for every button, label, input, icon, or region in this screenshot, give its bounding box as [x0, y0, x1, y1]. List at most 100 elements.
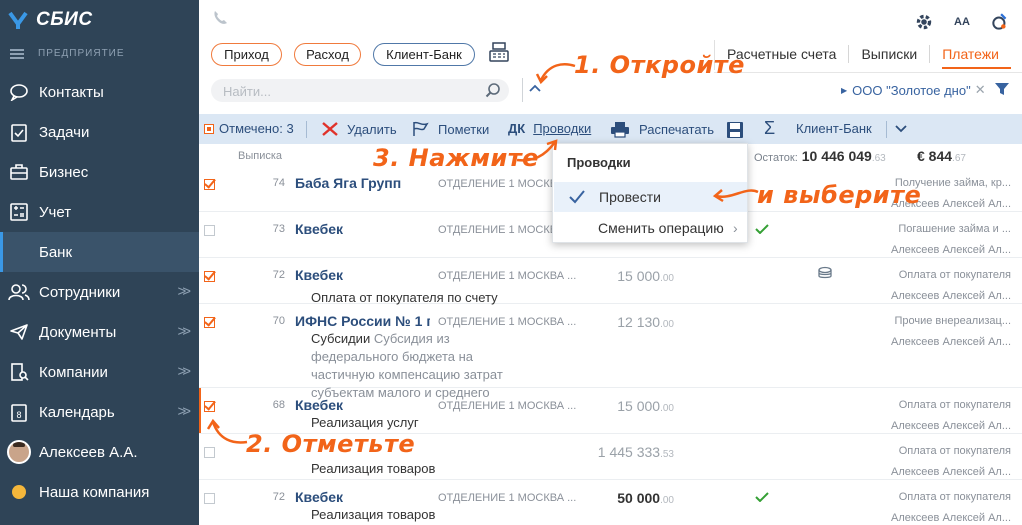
expand-chevron-icon[interactable]: >>	[177, 363, 190, 380]
search-input[interactable]	[223, 82, 473, 100]
filter-icon[interactable]	[994, 82, 1010, 96]
tabs: Расчетные счета Выписки Платежи	[715, 45, 1011, 69]
cash-register-icon[interactable]	[488, 41, 510, 65]
sidebar-item-tasks[interactable]: Задачи	[0, 112, 199, 152]
annotation-arrow-2	[207, 418, 248, 444]
sidebar-item-companies[interactable]: Компании >>	[0, 352, 199, 392]
postings-label: Проводки	[533, 121, 592, 136]
row-checkbox[interactable]	[204, 447, 215, 458]
menu-section-label: ПРЕДПРИЯТИЕ	[38, 48, 125, 59]
row-checkbox[interactable]	[204, 401, 215, 412]
menu-header[interactable]: ПРЕДПРИЯТИЕ	[10, 48, 125, 59]
row-amount-kopecks: .00	[660, 319, 674, 330]
expand-chevron-icon[interactable]: >>	[177, 323, 190, 340]
row-counterparty[interactable]: Квебек	[295, 267, 343, 283]
triangle-right-icon: ▶	[841, 85, 848, 95]
mark-all-checkbox[interactable]	[204, 123, 214, 134]
table-row[interactable]: 70 ИФНС России № 1 п ОТДЕЛЕНИЕ 1 МОСКВА …	[199, 304, 1022, 400]
sidebar-item-label: Контакты	[39, 83, 104, 101]
client-bank-button[interactable]: Клиент-Банк	[373, 43, 475, 66]
row-responsible: Алексеев Алексей Ал...	[891, 290, 1011, 302]
marked-count[interactable]: Отмечено: 3	[204, 121, 294, 136]
action-bar: Отмечено: 3 Удалить Пометки ДК Проводки …	[199, 114, 1022, 144]
organization-filter[interactable]: ▶ ООО "Золотое дно" ✕	[841, 82, 986, 98]
table-row[interactable]: 72 Квебек ОТДЕЛЕНИЕ 1 МОСКВА ... 15 000.…	[199, 258, 1022, 305]
row-counterparty[interactable]: Квебек	[295, 221, 343, 237]
expand-chevron-icon[interactable]: >>	[177, 283, 190, 300]
print-button[interactable]: Распечатать	[610, 121, 714, 138]
search-divider	[522, 78, 523, 102]
row-amount-main: 15 000	[617, 268, 661, 284]
tab-payments[interactable]: Платежи	[929, 45, 1011, 69]
delete-button[interactable]: Удалить	[321, 121, 397, 137]
row-responsible: Алексеев Алексей Ал...	[891, 512, 1011, 524]
sidebar-item-label: Компании	[39, 363, 108, 381]
sidebar-item-documents[interactable]: Документы >>	[0, 312, 199, 352]
save-icon[interactable]	[726, 121, 744, 139]
row-counterparty[interactable]: Квебек	[295, 397, 343, 413]
sidebar-item-employees[interactable]: Сотрудники >>	[0, 272, 199, 312]
clipboard-check-icon	[8, 121, 30, 143]
row-operation: Оплата от покупателя	[898, 445, 1011, 457]
sidebar-item-contacts[interactable]: Контакты	[0, 72, 199, 112]
tabs-underline	[714, 72, 1022, 73]
hamburger-icon[interactable]	[10, 48, 24, 59]
gear-icon[interactable]	[914, 12, 934, 32]
search-icon[interactable]	[485, 82, 501, 98]
row-operation: Оплата от покупателя	[898, 491, 1011, 503]
balance-value: 10 446 049	[801, 148, 872, 164]
sidebar-item-label: Сотрудники	[39, 283, 121, 301]
row-checkbox[interactable]	[204, 271, 215, 282]
sidebar-item-business[interactable]: Бизнес	[0, 152, 199, 192]
postings-button[interactable]: ДК Проводки	[508, 121, 591, 136]
row-counterparty[interactable]: Баба Яга Групп	[295, 175, 401, 191]
annotation-arrow-3	[516, 139, 558, 162]
row-checkbox[interactable]	[204, 225, 215, 236]
row-operation: Оплата от покупателя	[898, 399, 1011, 411]
font-size-icon[interactable]: AA	[952, 12, 972, 32]
row-operation: Оплата от покупателя	[898, 269, 1011, 281]
annotation-arrow-1	[535, 63, 576, 85]
row-amount: 15 000.00	[574, 398, 674, 414]
phone-icon[interactable]	[212, 10, 228, 26]
organization-name: ООО "Золотое дно"	[852, 82, 971, 98]
sidebar-item-bank[interactable]: Банк	[0, 232, 199, 272]
marks-button[interactable]: Пометки	[412, 121, 489, 137]
row-amount: 12 130.00	[574, 314, 674, 330]
flag-icon	[413, 121, 429, 136]
row-checkbox[interactable]	[204, 493, 215, 504]
row-number: 68	[272, 399, 285, 411]
sidebar-item-user[interactable]: Алексеев А.А.	[0, 432, 199, 472]
close-icon[interactable]: ✕	[975, 82, 986, 98]
sidebar-item-our-company[interactable]: Наша компания	[0, 472, 199, 512]
sidebar-item-label: Задачи	[39, 123, 90, 141]
sidebar-item-accounting[interactable]: Учет	[0, 192, 199, 232]
row-counterparty[interactable]: ИФНС России № 1 п	[295, 313, 430, 329]
theme-icon[interactable]	[990, 12, 1010, 32]
row-checkbox[interactable]	[204, 317, 215, 328]
sum-icon[interactable]: Σ	[764, 118, 775, 139]
separator	[886, 121, 887, 138]
row-responsible: Алексеев Алексей Ал...	[891, 466, 1011, 478]
expand-chevron-icon[interactable]: >>	[177, 403, 190, 420]
people-icon	[8, 281, 30, 303]
sidebar-item-label: Наша компания	[39, 483, 150, 501]
client-bank-action[interactable]: Клиент-Банк	[796, 121, 872, 136]
sidebar-item-calendar[interactable]: 8 Календарь >>	[0, 392, 199, 432]
row-checkbox[interactable]	[204, 179, 215, 190]
row-number: 73	[272, 223, 285, 235]
table-row[interactable]: 68 Квебек ОТДЕЛЕНИЕ 1 МОСКВА ... 15 000.…	[199, 388, 1022, 434]
row-counterparty[interactable]: Квебек	[295, 489, 343, 505]
sidebar-item-label: Документы	[39, 323, 117, 341]
expense-button[interactable]: Расход	[294, 43, 361, 66]
app-logo[interactable]: СБИС	[8, 9, 93, 31]
table-row[interactable]: 72 Квебек ОТДЕЛЕНИЕ 1 МОСКВА ... 50 000.…	[199, 480, 1022, 525]
income-button[interactable]: Приход	[211, 43, 282, 66]
row-responsible: Алексеев Алексей Ал...	[891, 336, 1011, 348]
tab-statements[interactable]: Выписки	[848, 45, 929, 63]
more-actions-chevron-icon[interactable]	[894, 124, 908, 134]
menu-item-change-operation[interactable]: Сменить операцию	[598, 220, 724, 236]
sidebar-item-label: Учет	[39, 203, 72, 221]
row-bank: ОТДЕЛЕНИЕ 1 МОСКВА ...	[438, 316, 577, 328]
print-label: Распечатать	[639, 122, 715, 137]
